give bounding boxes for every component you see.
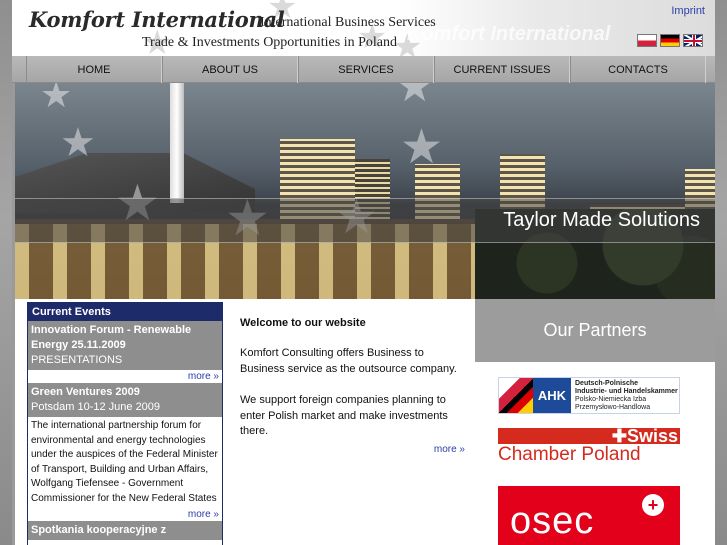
imprint-link[interactable]: Imprint bbox=[671, 5, 705, 17]
event-more-link[interactable]: more » bbox=[28, 508, 222, 521]
ahk-line: Przemysłowo-Handlowa bbox=[575, 403, 651, 411]
event-more-link[interactable]: more » bbox=[28, 370, 222, 383]
osec-partner-logo[interactable]: osec + bbox=[498, 486, 680, 545]
event-description: The international partnership forum for … bbox=[31, 420, 218, 504]
swiss-cross-icon: ✚ bbox=[611, 426, 627, 446]
left-background-strip bbox=[0, 0, 12, 545]
site-header: ★ ★ ★ ★ Komfort International Internatio… bbox=[12, 0, 715, 56]
language-switcher bbox=[637, 34, 703, 47]
current-events-title: Current Events bbox=[28, 303, 222, 321]
swiss-bottom-text: Chamber Poland bbox=[498, 444, 641, 465]
hero-banner: ★ ★ ★ ★ ★ ★ ★ Taylor Made Solutions bbox=[15, 83, 715, 299]
nav-services[interactable]: SERVICES bbox=[298, 56, 434, 83]
ahk-partner-logo[interactable]: AHK Deutsch-Polnische Industrie- und Han… bbox=[498, 377, 680, 414]
swiss-chamber-partner-logo[interactable]: ✚Swiss Chamber Poland bbox=[498, 426, 680, 472]
nav-about-us[interactable]: ABOUT US bbox=[162, 56, 298, 83]
partners-panel: Our Partners AHK Deutsch-Polnische Indus… bbox=[475, 299, 715, 545]
ahk-line: Industrie- und Handelskammer bbox=[575, 387, 678, 395]
event-title[interactable]: Spotkania kooperacyjne z bbox=[31, 524, 166, 536]
english-flag-icon[interactable] bbox=[683, 34, 703, 47]
site-logo[interactable]: Komfort International bbox=[29, 7, 285, 32]
current-events-panel: Current Events Innovation Forum - Renewa… bbox=[27, 302, 223, 545]
welcome-more-link[interactable]: more » bbox=[240, 444, 465, 455]
pl-de-flag-icon bbox=[499, 378, 533, 413]
right-background-strip bbox=[715, 0, 727, 545]
partners-title: Our Partners bbox=[475, 299, 715, 362]
welcome-paragraph: We support foreign companies planning to… bbox=[240, 394, 448, 437]
welcome-section: Welcome to our website Komfort Consultin… bbox=[240, 317, 465, 455]
event-title[interactable]: Green Ventures 2009 bbox=[31, 386, 140, 398]
event-subtitle: Potsdam 10-12 June 2009 bbox=[31, 401, 161, 413]
event-title[interactable]: Innovation Forum - Renewable Energy 25.1… bbox=[31, 324, 191, 351]
ahk-abbr: AHK bbox=[533, 378, 571, 413]
tagline-secondary: Trade & Investments Opportunities in Pol… bbox=[142, 35, 397, 50]
nav-current-issues[interactable]: CURRENT ISSUES bbox=[434, 56, 570, 83]
german-flag-icon[interactable] bbox=[660, 34, 680, 47]
main-content: Current Events Innovation Forum - Renewa… bbox=[15, 299, 715, 545]
swiss-top-text: Swiss bbox=[626, 426, 678, 446]
event-heading[interactable]: Green Ventures 2009 Potsdam 10-12 June 2… bbox=[28, 383, 222, 417]
plus-icon: + bbox=[642, 494, 664, 516]
ahk-description: Deutsch-Polnische Industrie- und Handels… bbox=[571, 380, 678, 412]
swiss-red-bar: ✚Swiss bbox=[498, 426, 680, 447]
event-heading[interactable]: Innovation Forum - Renewable Energy 25.1… bbox=[28, 321, 222, 370]
event-subtitle[interactable]: PRESENTATIONS bbox=[31, 354, 122, 366]
polish-flag-icon[interactable] bbox=[637, 34, 657, 47]
banner-tower bbox=[170, 83, 184, 203]
welcome-paragraph: Komfort Consulting offers Business to Bu… bbox=[240, 347, 457, 375]
event-heading[interactable]: Spotkania kooperacyjne z bbox=[28, 521, 222, 540]
welcome-title: Welcome to our website bbox=[240, 317, 366, 329]
main-navigation: HOME ABOUT US SERVICES CURRENT ISSUES CO… bbox=[12, 56, 715, 83]
decorative-star-icon: ★ bbox=[40, 83, 73, 116]
decorative-star-icon: ★ bbox=[395, 83, 435, 112]
decorative-star-icon: ★ bbox=[400, 119, 444, 175]
ahk-line: Polsko-Niemiecka Izba bbox=[575, 395, 647, 403]
ahk-line: Deutsch-Polnische bbox=[575, 379, 639, 387]
nav-contacts[interactable]: CONTACTS bbox=[570, 56, 706, 83]
osec-name: osec bbox=[510, 500, 595, 542]
nav-home[interactable]: HOME bbox=[26, 56, 162, 83]
swiss-word: ✚Swiss bbox=[612, 426, 678, 447]
header-watermark: Komfort International bbox=[407, 23, 611, 45]
banner-slogan: Taylor Made Solutions bbox=[503, 209, 700, 231]
decorative-star-icon: ★ bbox=[60, 120, 96, 166]
